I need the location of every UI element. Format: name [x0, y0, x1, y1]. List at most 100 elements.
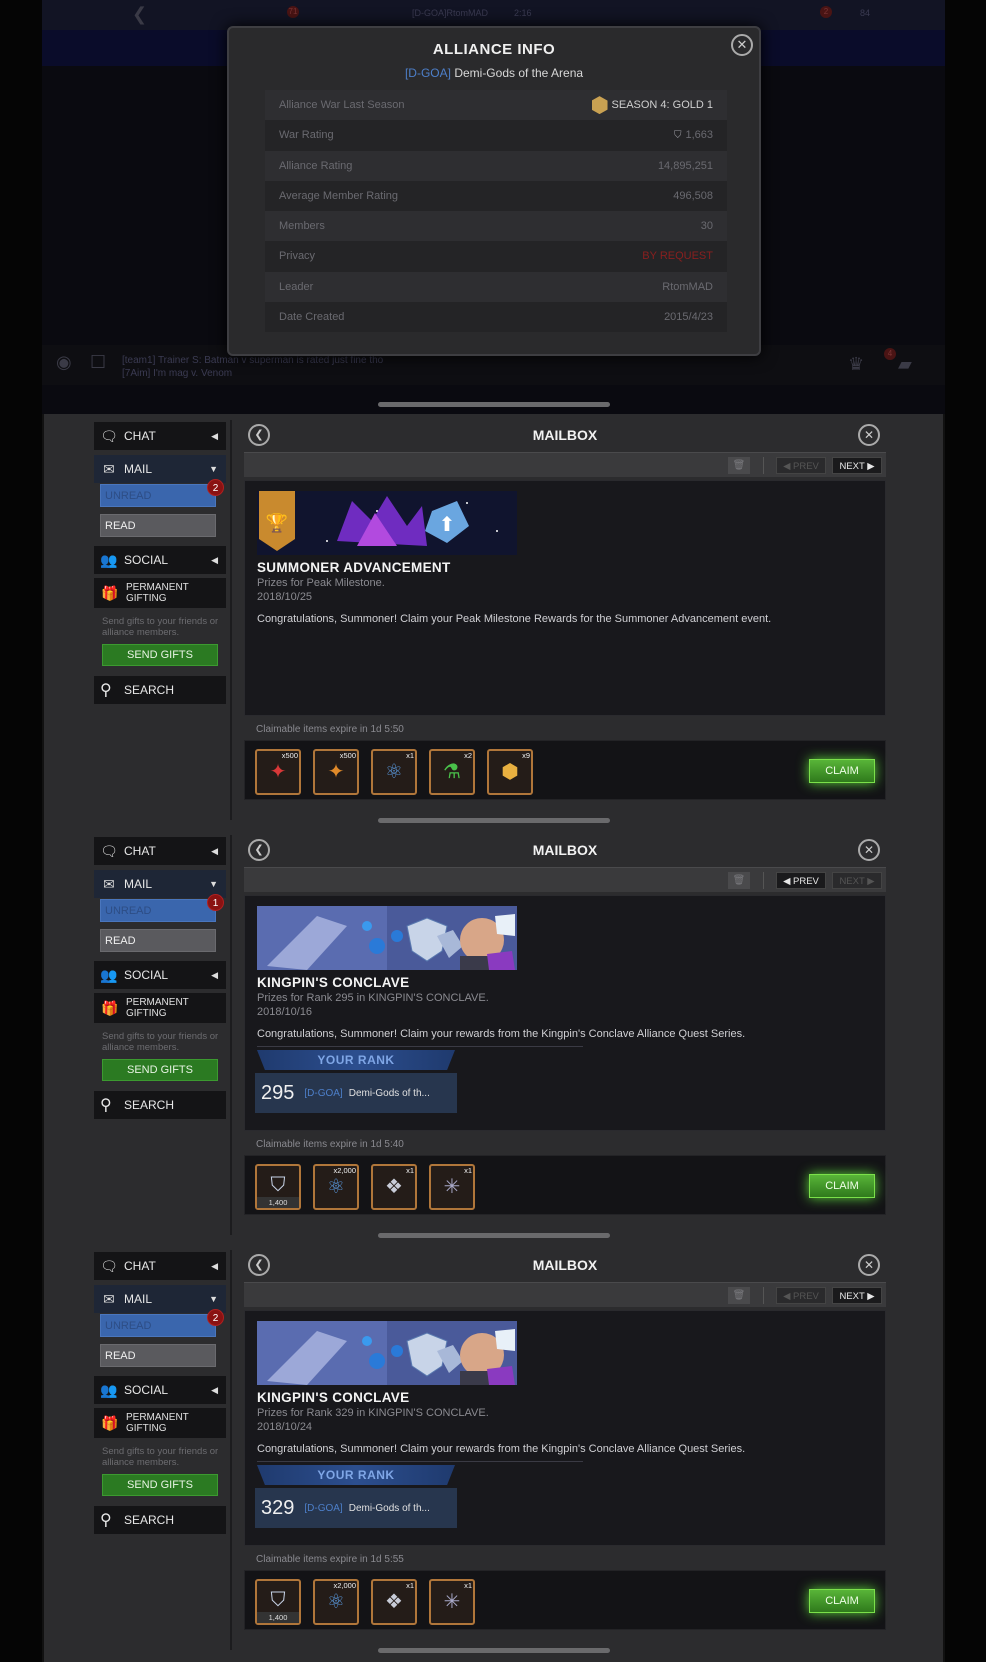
- sidebar-item-search[interactable]: ⚲ SEARCH: [94, 1506, 226, 1534]
- reward-item[interactable]: ⛉ 1,400: [255, 1164, 301, 1210]
- mailbox-title: MAILBOX: [532, 1257, 598, 1273]
- your-rank-label: YOUR RANK: [257, 1050, 455, 1070]
- message-date: 2018/10/16: [257, 1006, 313, 1018]
- close-icon[interactable]: ✕: [731, 34, 753, 56]
- sidebar-item-unread[interactable]: UNREAD: [100, 899, 216, 922]
- next-button[interactable]: NEXT ▶: [832, 872, 882, 889]
- sidebar-item-chat[interactable]: 🗨 CHAT ◀: [94, 837, 226, 865]
- alliance-icon: ◉: [56, 352, 72, 372]
- table-row: War Rating ⛉ 1,663: [279, 129, 713, 142]
- shield-icon: ⛉: [270, 1589, 286, 1611]
- reward-item[interactable]: ⚛ x2,000: [313, 1164, 359, 1210]
- close-icon[interactable]: ✕: [858, 424, 880, 446]
- chat-icon: 🗨: [100, 427, 118, 444]
- gold-crystal-icon: ⬢: [501, 761, 519, 783]
- sidebar-item-chat[interactable]: 🗨 CHAT ◀: [94, 1252, 226, 1280]
- sidebar-item-unread[interactable]: UNREAD: [100, 484, 216, 507]
- mail-icon: ✉: [103, 1290, 115, 1307]
- reward-item[interactable]: ⛉ 1,400: [255, 1579, 301, 1625]
- trash-icon[interactable]: 🗑: [728, 872, 750, 889]
- message-body: Congratulations, Summoner! Claim your re…: [257, 1443, 746, 1455]
- close-icon[interactable]: ✕: [858, 1254, 880, 1276]
- reward-quantity: x2: [464, 751, 472, 760]
- next-button[interactable]: NEXT ▶: [832, 457, 882, 474]
- sidebar-item-chat[interactable]: 🗨 CHAT ◀: [94, 422, 226, 450]
- catalyst-icon: ⚛: [327, 1176, 345, 1198]
- table-row: Alliance War Last Season SEASON 4: GOLD 1: [265, 90, 727, 121]
- expiry-text: Claimable items expire in 1d 5:55: [256, 1554, 404, 1565]
- message-title: SUMMONER ADVANCEMENT: [257, 560, 451, 575]
- prev-button[interactable]: ◀ PREV: [776, 1287, 826, 1304]
- alliance-name: [D-GOA] Demi-Gods of the Arena: [404, 66, 584, 80]
- sidebar-item-gifting[interactable]: 🎁 PERMANENT GIFTING: [94, 578, 226, 608]
- prev-button[interactable]: ◀ PREV: [776, 872, 826, 889]
- sidebar-item-social[interactable]: 👥 SOCIAL ◀: [94, 546, 226, 574]
- chevron-left-icon: ◀: [211, 555, 218, 565]
- search-icon: ⚲: [100, 682, 112, 699]
- reward-quantity: x500: [339, 751, 356, 760]
- notification-badge: 4: [884, 348, 896, 360]
- kingpins-conclave-banner: [257, 1321, 517, 1385]
- claim-button[interactable]: CLAIM: [809, 1174, 875, 1198]
- chat-icon: 🗨: [100, 842, 118, 859]
- toolbar-separator: [763, 1287, 764, 1304]
- claim-button[interactable]: CLAIM: [809, 1589, 875, 1613]
- reward-item[interactable]: ⚛ x2,000: [313, 1579, 359, 1625]
- sidebar-item-social[interactable]: 👥 SOCIAL ◀: [94, 1376, 226, 1404]
- message-banner: 🏆 ⬆: [257, 491, 517, 555]
- sidebar-item-search[interactable]: ⚲ SEARCH: [94, 1091, 226, 1119]
- toolbar-separator: [763, 872, 764, 889]
- sidebar-item-read[interactable]: READ: [100, 929, 216, 952]
- send-gifts-button[interactable]: SEND GIFTS: [102, 1059, 218, 1081]
- home-indicator: [378, 818, 610, 823]
- search-icon: ⚲: [100, 1097, 112, 1114]
- shield-icon: ⛉: [270, 1174, 286, 1196]
- reward-item[interactable]: ⬢ x9: [487, 749, 533, 795]
- alliance-info-modal: ALLIANCE INFO [D-GOA] Demi-Gods of the A…: [227, 26, 761, 356]
- message-subtitle: Prizes for Rank 329 in KINGPIN'S CONCLAV…: [257, 1407, 489, 1419]
- chevron-left-icon: ◀: [211, 431, 218, 441]
- send-gifts-button[interactable]: SEND GIFTS: [102, 1474, 218, 1496]
- next-button[interactable]: NEXT ▶: [832, 1287, 882, 1304]
- gifting-description: Send gifts to your friends or alliance m…: [102, 1446, 219, 1468]
- reward-item[interactable]: ✦ x500: [255, 749, 301, 795]
- reward-item[interactable]: ✳ x1: [429, 1164, 475, 1210]
- reward-item[interactable]: ❖ x1: [371, 1164, 417, 1210]
- rank-box: 329 [D-GOA] Demi-Gods of th...: [255, 1488, 457, 1528]
- reward-item[interactable]: ⚗ x2: [429, 749, 475, 795]
- reward-quantity: x1: [406, 751, 414, 760]
- unread-count-badge: 2: [207, 479, 224, 496]
- trash-icon[interactable]: 🗑: [728, 1287, 750, 1304]
- chat-preview: [team1] Trainer S: Batman v superman is …: [122, 355, 384, 379]
- sidebar-item-read[interactable]: READ: [100, 514, 216, 537]
- sidebar-item-mail[interactable]: ✉ MAIL ▼: [94, 870, 226, 898]
- alliance-tag: [D-GOA]: [304, 1087, 343, 1099]
- sidebar-item-mail[interactable]: ✉ MAIL ▼: [94, 1285, 226, 1313]
- reward-item[interactable]: ✳ x1: [429, 1579, 475, 1625]
- alliance-name: Demi-Gods of th...: [348, 1502, 430, 1514]
- potion-icon: ⚗: [443, 761, 461, 783]
- sidebar-item-social[interactable]: 👥 SOCIAL ◀: [94, 961, 226, 989]
- claim-button[interactable]: CLAIM: [809, 759, 875, 783]
- sidebar-item-unread[interactable]: UNREAD: [100, 1314, 216, 1337]
- prev-button[interactable]: ◀ PREV: [776, 457, 826, 474]
- social-icon: 👥: [100, 551, 118, 568]
- reward-item[interactable]: ❖ x1: [371, 1579, 417, 1625]
- player-name: [D-GOA]RtomMAD: [412, 8, 489, 18]
- sidebar-item-search[interactable]: ⚲ SEARCH: [94, 676, 226, 704]
- svg-text:🏆: 🏆: [266, 512, 288, 533]
- rank-divider: [257, 1046, 583, 1047]
- message-content: 🏆 ⬆ SUMMONER ADVANCEMENT Prizes for Peak…: [244, 480, 886, 716]
- social-icon: 👥: [100, 1381, 118, 1398]
- reward-item[interactable]: ⚛ x1: [371, 749, 417, 795]
- gift-icon: 🎁: [101, 584, 119, 601]
- close-icon[interactable]: ✕: [858, 839, 880, 861]
- reward-item[interactable]: ✦ x500: [313, 749, 359, 795]
- trash-icon[interactable]: 🗑: [728, 457, 750, 474]
- sidebar-item-gifting[interactable]: 🎁 PERMANENT GIFTING: [94, 1408, 226, 1438]
- sidebar-item-gifting[interactable]: 🎁 PERMANENT GIFTING: [94, 993, 226, 1023]
- sidebar-item-read[interactable]: READ: [100, 1344, 216, 1367]
- send-gifts-button[interactable]: SEND GIFTS: [102, 644, 218, 666]
- gift-icon: 🎁: [101, 1414, 119, 1431]
- sidebar-item-mail[interactable]: ✉ MAIL ▼: [94, 455, 226, 483]
